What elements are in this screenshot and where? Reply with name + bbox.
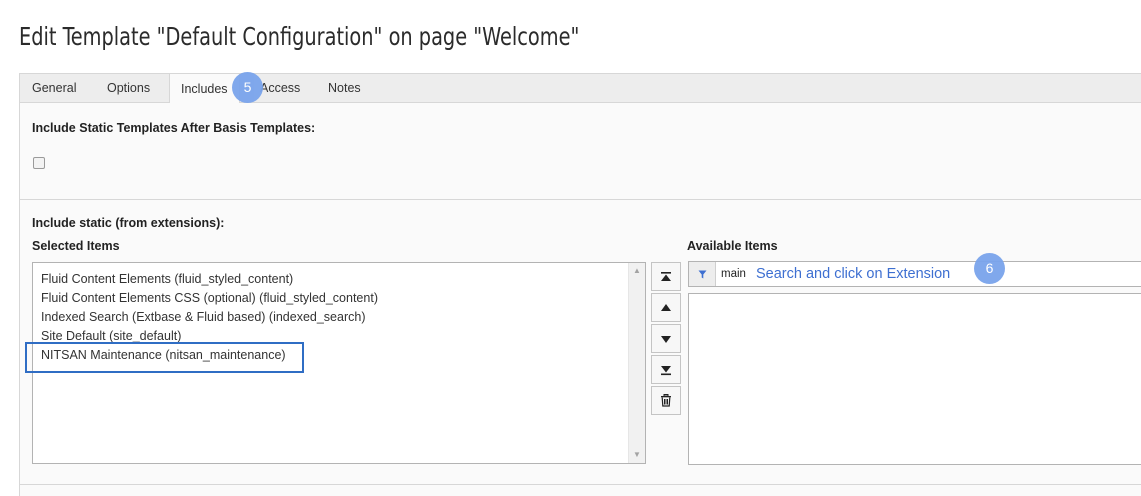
selected-items-label: Selected Items: [32, 239, 120, 253]
section-divider: [19, 199, 1141, 200]
step-badge-6: 6: [974, 253, 1005, 284]
filter-hint-annotation: Search and click on Extension: [756, 266, 951, 282]
scrollbar[interactable]: ▲ ▼: [628, 263, 645, 463]
extensions-label: Include static (from extensions):: [32, 216, 225, 230]
page-title: Edit Template "Default Configuration" on…: [19, 22, 580, 51]
highlight-box: [25, 342, 304, 373]
section-divider-bottom: [19, 484, 1141, 485]
filter-icon-box: [689, 262, 716, 286]
available-items-list[interactable]: [688, 293, 1141, 465]
list-item[interactable]: Fluid Content Elements (fluid_styled_con…: [41, 271, 293, 287]
tab-options[interactable]: Options: [107, 74, 150, 103]
move-up-icon: [661, 303, 671, 311]
filter-icon: [698, 270, 706, 278]
move-up-button[interactable]: [651, 293, 681, 322]
step-badge-5: 5: [232, 72, 263, 103]
tab-access[interactable]: Access: [260, 74, 300, 103]
move-down-button[interactable]: [651, 324, 681, 353]
move-to-bottom-button[interactable]: [651, 355, 681, 384]
move-down-icon: [661, 335, 671, 343]
move-to-top-button[interactable]: [651, 262, 681, 291]
tab-includes[interactable]: Includes: [169, 73, 240, 104]
available-items-filter[interactable]: main Search and click on Extension: [688, 261, 1141, 287]
list-item[interactable]: Indexed Search (Extbase & Fluid based) (…: [41, 309, 366, 325]
scroll-up-icon[interactable]: ▲: [633, 267, 641, 275]
remove-button[interactable]: [651, 386, 681, 415]
available-items-label: Available Items: [687, 239, 778, 253]
static-templates-checkbox[interactable]: [33, 157, 45, 169]
static-templates-label: Include Static Templates After Basis Tem…: [32, 121, 316, 135]
tab-bar: General Options Includes Access Notes: [19, 73, 1141, 104]
tab-general[interactable]: General: [32, 74, 76, 103]
tab-notes[interactable]: Notes: [328, 74, 361, 103]
move-to-top-icon: [661, 271, 671, 281]
filter-input-value[interactable]: main: [721, 262, 746, 286]
list-item[interactable]: Fluid Content Elements CSS (optional) (f…: [41, 290, 378, 306]
move-to-bottom-icon: [661, 365, 671, 375]
scroll-down-icon[interactable]: ▼: [633, 451, 641, 459]
trash-icon: [661, 394, 671, 407]
